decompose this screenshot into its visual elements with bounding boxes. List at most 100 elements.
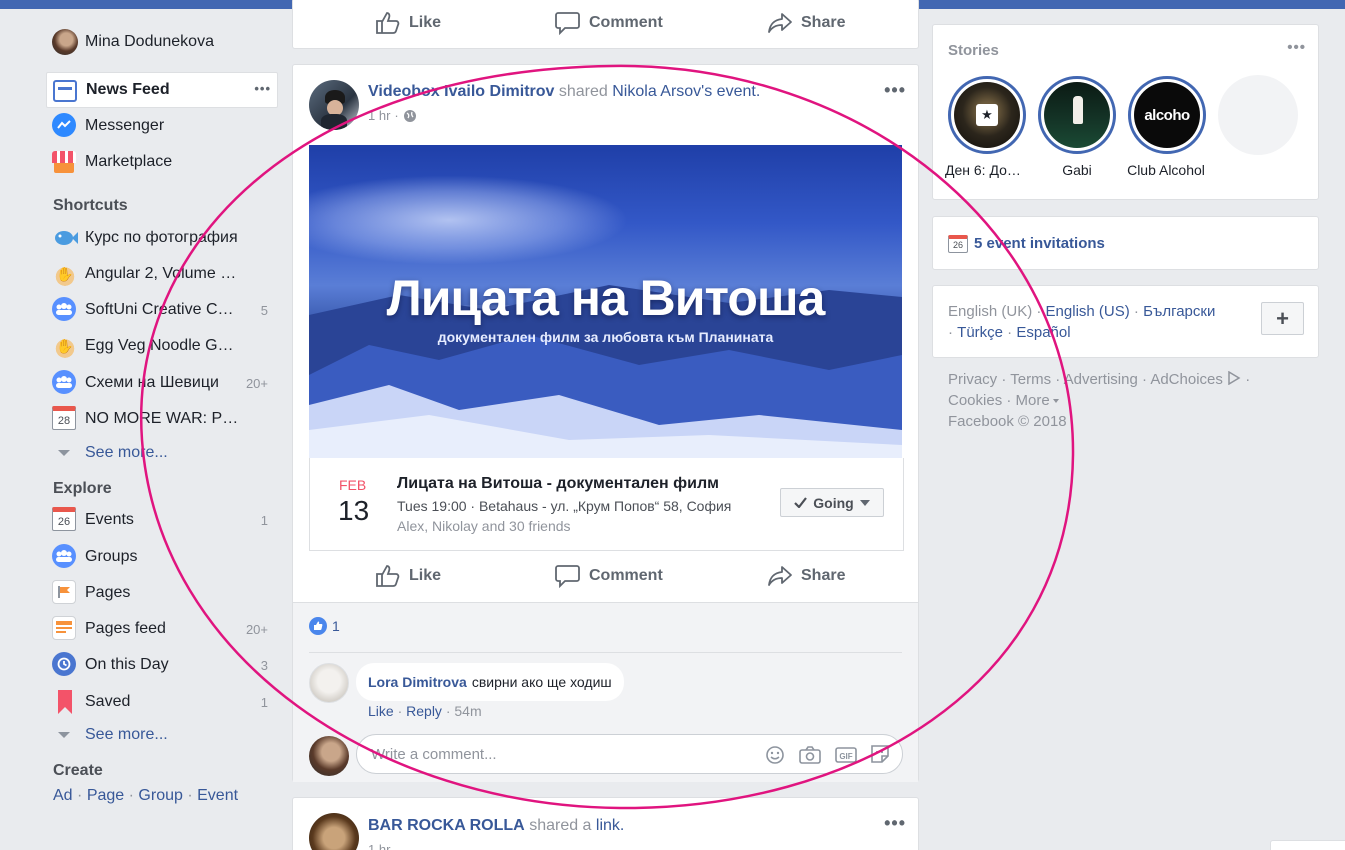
like-label: Like: [409, 14, 442, 31]
fish-icon: [52, 225, 78, 251]
nav-item-news-feed[interactable]: News Feed •••: [46, 72, 278, 108]
explore-label: Saved: [85, 693, 131, 710]
event-cover-image[interactable]: Лицата на Витоша документален филм за лю…: [309, 145, 902, 458]
event-owner-link[interactable]: Nikola Arsov: [612, 83, 701, 100]
event-info-box[interactable]: FEB 13 Лицата на Витоша - документален ф…: [309, 458, 904, 551]
author-avatar[interactable]: [309, 80, 359, 130]
comment-like-link[interactable]: Like: [368, 703, 394, 719]
nav-item-marketplace[interactable]: Marketplace: [46, 144, 278, 180]
next-post-time[interactable]: 1 hr: [368, 842, 390, 850]
comment-reply-link[interactable]: Reply: [406, 703, 442, 719]
language-link[interactable]: Español: [1016, 324, 1070, 341]
explore-item-events[interactable]: 26 Events 1: [46, 502, 278, 538]
comment-button[interactable]: Comment: [555, 564, 663, 588]
shortcut-item[interactable]: SoftUni Creative Community 5: [46, 292, 278, 328]
event-title[interactable]: Лицата на Витоша - документален филм: [397, 475, 719, 493]
marketplace-icon-base: [54, 163, 74, 173]
events-card[interactable]: 26 5 event invitations: [932, 216, 1319, 270]
post-header-text: Videobox Ivailo Dimitrov shared Nikola A…: [368, 83, 760, 101]
cookies-link[interactable]: Cookies: [948, 392, 1002, 409]
gif-icon[interactable]: GIF: [835, 745, 857, 768]
create-event-link[interactable]: Event: [197, 787, 238, 804]
shortcuts-see-more[interactable]: See more...: [58, 444, 208, 462]
sticker-icon[interactable]: [870, 744, 890, 767]
share-icon: [768, 566, 792, 586]
comments-section: 1 Lora Dimitrova свирни ако ще ходиш Lik…: [293, 602, 918, 782]
story-item-1[interactable]: ★: [948, 76, 1026, 154]
story-label: Gabi: [1062, 162, 1092, 178]
adchoices-link[interactable]: AdChoices: [1150, 371, 1223, 388]
shortcut-item[interactable]: ✋ Angular 2, Volume 1, 2, 3 & 4: [46, 256, 278, 292]
stories-options-button[interactable]: •••: [1287, 39, 1306, 56]
explore-item-pages-feed[interactable]: Pages feed 20+: [46, 611, 278, 647]
shortcut-label: Курс по фотография: [85, 229, 238, 246]
adchoices-icon: [1228, 370, 1241, 386]
comment-button[interactable]: Comment: [555, 11, 663, 35]
create-ad-link[interactable]: Ad: [53, 787, 73, 804]
create-group-link[interactable]: Group: [138, 787, 182, 804]
shortcut-item[interactable]: ✋ Egg Veg Noodle Group: [46, 328, 278, 364]
write-comment-input[interactable]: Write a comment...: [371, 746, 497, 763]
languages-card: English (UK) · English (US) · Български …: [932, 285, 1319, 358]
separator: ·: [445, 703, 451, 719]
like-button[interactable]: Like: [375, 564, 441, 588]
comment-time[interactable]: 54m: [454, 703, 481, 719]
shortcut-label: NO MORE WAR: Peace Now: [85, 410, 240, 427]
explore-label: Groups: [85, 548, 138, 565]
explore-count: 20+: [245, 621, 268, 637]
terms-link[interactable]: Terms: [1010, 371, 1051, 388]
camera-icon[interactable]: [799, 745, 821, 768]
story-item-3[interactable]: alcoho: [1128, 76, 1206, 154]
copyright: Facebook © 2018: [948, 413, 1067, 430]
shortcut-item[interactable]: Схеми на Шевици 20+: [46, 365, 278, 401]
explore-item-groups[interactable]: Groups: [46, 539, 278, 575]
nav-item-messenger[interactable]: Messenger: [46, 108, 278, 144]
emoji-icon[interactable]: [765, 745, 785, 768]
chevron-down-icon: [58, 732, 70, 738]
separator: ·: [394, 108, 399, 123]
commenter-avatar[interactable]: [309, 663, 349, 703]
shortcut-item[interactable]: 28 NO MORE WAR: Peace Now: [46, 401, 278, 437]
reactions-summary[interactable]: 1: [309, 617, 340, 635]
profile-link[interactable]: Mina Dodunekova: [52, 28, 272, 56]
share-icon: [768, 13, 792, 33]
next-post-avatar[interactable]: [309, 813, 359, 850]
post-options-button[interactable]: •••: [884, 80, 906, 101]
shortcut-item[interactable]: Курс по фотография: [46, 220, 278, 256]
going-dropdown-button[interactable]: Going: [780, 488, 884, 517]
write-comment-box[interactable]: Write a comment... GIF: [356, 734, 903, 774]
explore-item-saved[interactable]: Saved 1: [46, 684, 278, 720]
previous-post-card: Like Comment Share: [292, 0, 919, 49]
explore-label: Pages: [85, 584, 131, 601]
share-button[interactable]: Share: [767, 564, 845, 588]
explore-see-more[interactable]: See more...: [58, 726, 208, 744]
event-image-title: Лицата на Витоша: [386, 270, 826, 326]
next-post-author[interactable]: BAR ROCKA ROLLA: [368, 817, 525, 834]
chevron-down-icon: [58, 450, 70, 456]
more-link[interactable]: More: [1016, 392, 1050, 409]
language-link[interactable]: Türkçe: [957, 324, 1003, 341]
explore-label: Pages feed: [85, 620, 166, 637]
privacy-link[interactable]: Privacy: [948, 371, 997, 388]
story-item-2[interactable]: [1038, 76, 1116, 154]
advertising-link[interactable]: Advertising: [1064, 371, 1138, 388]
shared-object-link[interactable]: link.: [596, 817, 624, 834]
news-feed-more-button[interactable]: •••: [254, 81, 271, 96]
language-link[interactable]: English (US): [1046, 303, 1130, 320]
event-suffix: 's event.: [701, 83, 761, 100]
author-name[interactable]: Videobox Ivailo Dimitrov: [368, 83, 554, 100]
comment-author[interactable]: Lora Dimitrova: [368, 674, 467, 690]
comment-bubble: Lora Dimitrova свирни ако ще ходиш: [356, 663, 624, 701]
explore-item-on-this-day[interactable]: On this Day 3: [46, 647, 278, 683]
add-language-button[interactable]: +: [1261, 302, 1304, 335]
create-page-link[interactable]: Page: [87, 787, 124, 804]
explore-count: 3: [260, 657, 268, 673]
language-link[interactable]: Български: [1143, 303, 1215, 320]
event-invitations-link[interactable]: 5 event invitations: [974, 235, 1105, 252]
share-button[interactable]: Share: [767, 11, 845, 35]
like-button[interactable]: Like: [375, 11, 441, 35]
footer-links: Privacy · Terms · Advertising · AdChoice…: [948, 370, 1251, 430]
explore-item-pages[interactable]: Pages: [46, 575, 278, 611]
post-time[interactable]: 1 hr: [368, 108, 390, 123]
next-post-options-button[interactable]: •••: [884, 813, 906, 834]
